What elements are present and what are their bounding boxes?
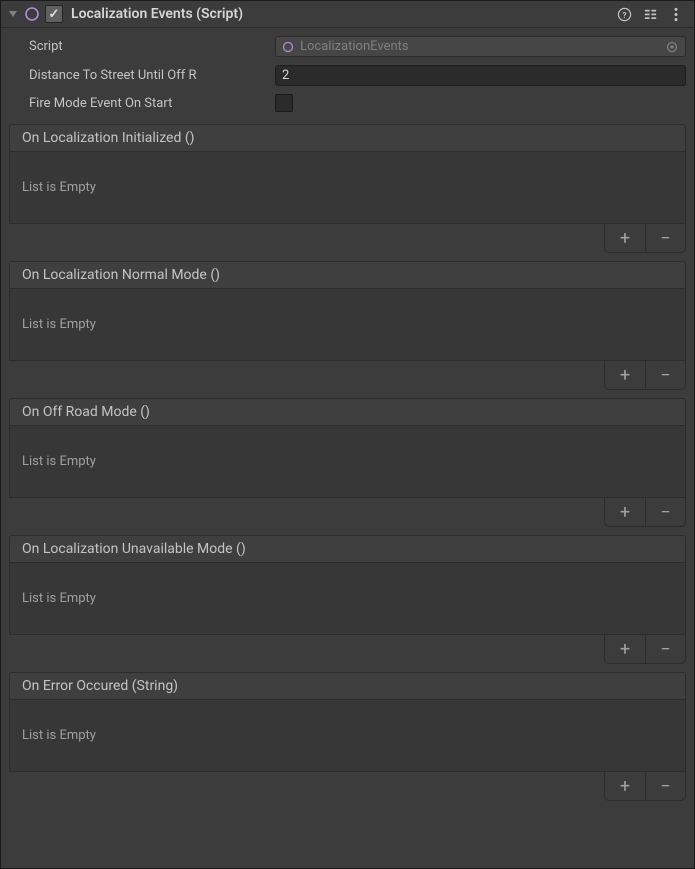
distance-input[interactable]: 2 [275, 65, 686, 86]
remove-listener-button[interactable]: − [645, 635, 685, 663]
event-block-error: On Error Occured (String) List is Empty … [9, 672, 686, 801]
footer-controls: + − [604, 635, 686, 664]
event-header: On Localization Initialized () [9, 124, 686, 152]
add-listener-button[interactable]: + [605, 498, 645, 526]
fire-mode-checkbox[interactable] [275, 94, 293, 112]
add-listener-button[interactable]: + [605, 635, 645, 663]
event-block-off-road: On Off Road Mode () List is Empty + − [9, 398, 686, 527]
script-label: Script [9, 39, 269, 54]
footer-controls: + − [604, 772, 686, 801]
header-icon-group: ? [616, 6, 688, 22]
event-header: On Off Road Mode () [9, 398, 686, 426]
event-header: On Localization Unavailable Mode () [9, 535, 686, 563]
add-listener-button[interactable]: + [605, 772, 645, 800]
remove-listener-button[interactable]: − [645, 361, 685, 389]
event-body: List is Empty [9, 289, 686, 361]
object-picker-icon[interactable] [665, 40, 679, 54]
fire-mode-label: Fire Mode Event On Start [9, 96, 269, 111]
remove-listener-button[interactable]: − [645, 772, 685, 800]
add-listener-button[interactable]: + [605, 361, 645, 389]
event-footer: + − [9, 772, 686, 801]
fire-mode-property-row: Fire Mode Event On Start [9, 90, 686, 116]
object-ring-icon [282, 41, 294, 53]
footer-controls: + − [604, 498, 686, 527]
add-listener-button[interactable]: + [605, 224, 645, 252]
script-object-field[interactable]: LocalizationEvents [275, 36, 686, 57]
component-header: Localization Events (Script) ? [1, 1, 694, 28]
event-block-normal-mode: On Localization Normal Mode () List is E… [9, 261, 686, 390]
script-property-row: Script LocalizationEvents [9, 32, 686, 61]
help-icon[interactable]: ? [616, 6, 632, 22]
event-block-initialized: On Localization Initialized () List is E… [9, 124, 686, 253]
distance-property-row: Distance To Street Until Off R 2 [9, 61, 686, 90]
context-menu-icon[interactable] [668, 6, 684, 22]
remove-listener-button[interactable]: − [645, 224, 685, 252]
event-footer: + − [9, 635, 686, 664]
event-body: List is Empty [9, 152, 686, 224]
event-footer: + − [9, 498, 686, 527]
script-object-name: LocalizationEvents [300, 39, 409, 54]
inspector-panel: Localization Events (Script) ? Script Lo… [0, 0, 695, 869]
preset-icon[interactable] [642, 6, 658, 22]
event-header: On Localization Normal Mode () [9, 261, 686, 289]
distance-label: Distance To Street Until Off R [9, 68, 269, 83]
event-block-unavailable: On Localization Unavailable Mode () List… [9, 535, 686, 664]
footer-controls: + − [604, 361, 686, 390]
foldout-toggle[interactable] [7, 8, 19, 20]
footer-controls: + − [604, 224, 686, 253]
event-body: List is Empty [9, 700, 686, 772]
event-body: List is Empty [9, 563, 686, 635]
properties-body: Script LocalizationEvents Distance To St… [1, 28, 694, 809]
component-enable-checkbox[interactable] [45, 5, 63, 23]
svg-text:?: ? [622, 10, 626, 20]
component-title: Localization Events (Script) [71, 6, 612, 22]
event-footer: + − [9, 361, 686, 390]
event-footer: + − [9, 224, 686, 253]
event-header: On Error Occured (String) [9, 672, 686, 700]
event-body: List is Empty [9, 426, 686, 498]
script-icon [23, 5, 41, 23]
remove-listener-button[interactable]: − [645, 498, 685, 526]
